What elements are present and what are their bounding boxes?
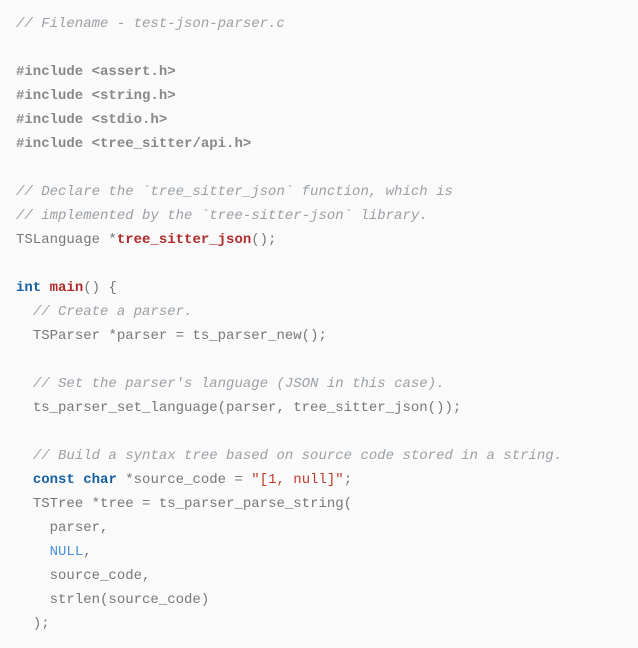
call-set-language: ts_parser_set_language(parser, tree_sitt… <box>33 400 461 416</box>
star-op: * <box>108 232 116 248</box>
arg-source-code: source_code, <box>50 568 151 584</box>
keyword-const: const <box>33 472 75 488</box>
source-code-decl: *source_code = <box>125 472 251 488</box>
string-literal: "[1, null]" <box>251 472 343 488</box>
comment-build-tree: // Build a syntax tree based on source c… <box>33 448 562 464</box>
arg-strlen: strlen(source_code) <box>50 592 210 608</box>
include-directive: #include <box>16 64 83 80</box>
type-tsparser: TSParser <box>33 328 100 344</box>
type-tstree: TSTree <box>33 496 83 512</box>
include-directive: #include <box>16 112 83 128</box>
fn-main: main <box>50 280 84 296</box>
parens-semi: (); <box>251 232 276 248</box>
header-assert: <assert.h> <box>92 64 176 80</box>
comment-filename: // Filename - test-json-parser.c <box>16 16 285 32</box>
fn-tree-sitter-json: tree_sitter_json <box>117 232 251 248</box>
header-stdio: <stdio.h> <box>92 112 168 128</box>
comment-declare-2: // implemented by the `tree-sitter-json`… <box>16 208 428 224</box>
main-open: () { <box>83 280 117 296</box>
type-tslanguage: TSLanguage <box>16 232 100 248</box>
close-call: ); <box>33 616 50 632</box>
parser-decl: *parser = ts_parser_new(); <box>108 328 326 344</box>
code-block: // Filename - test-json-parser.c #includ… <box>16 12 622 636</box>
semicolon: ; <box>344 472 352 488</box>
header-string: <string.h> <box>92 88 176 104</box>
include-directive: #include <box>16 136 83 152</box>
keyword-char: char <box>83 472 117 488</box>
comment-declare-1: // Declare the `tree_sitter_json` functi… <box>16 184 453 200</box>
include-directive: #include <box>16 88 83 104</box>
keyword-int: int <box>16 280 41 296</box>
comma: , <box>83 544 91 560</box>
tree-decl: *tree = ts_parser_parse_string( <box>92 496 352 512</box>
comment-set-language: // Set the parser's language (JSON in th… <box>33 376 445 392</box>
arg-null: NULL <box>50 544 84 560</box>
header-treesitter: <tree_sitter/api.h> <box>92 136 252 152</box>
arg-parser: parser, <box>50 520 109 536</box>
comment-create-parser: // Create a parser. <box>33 304 193 320</box>
